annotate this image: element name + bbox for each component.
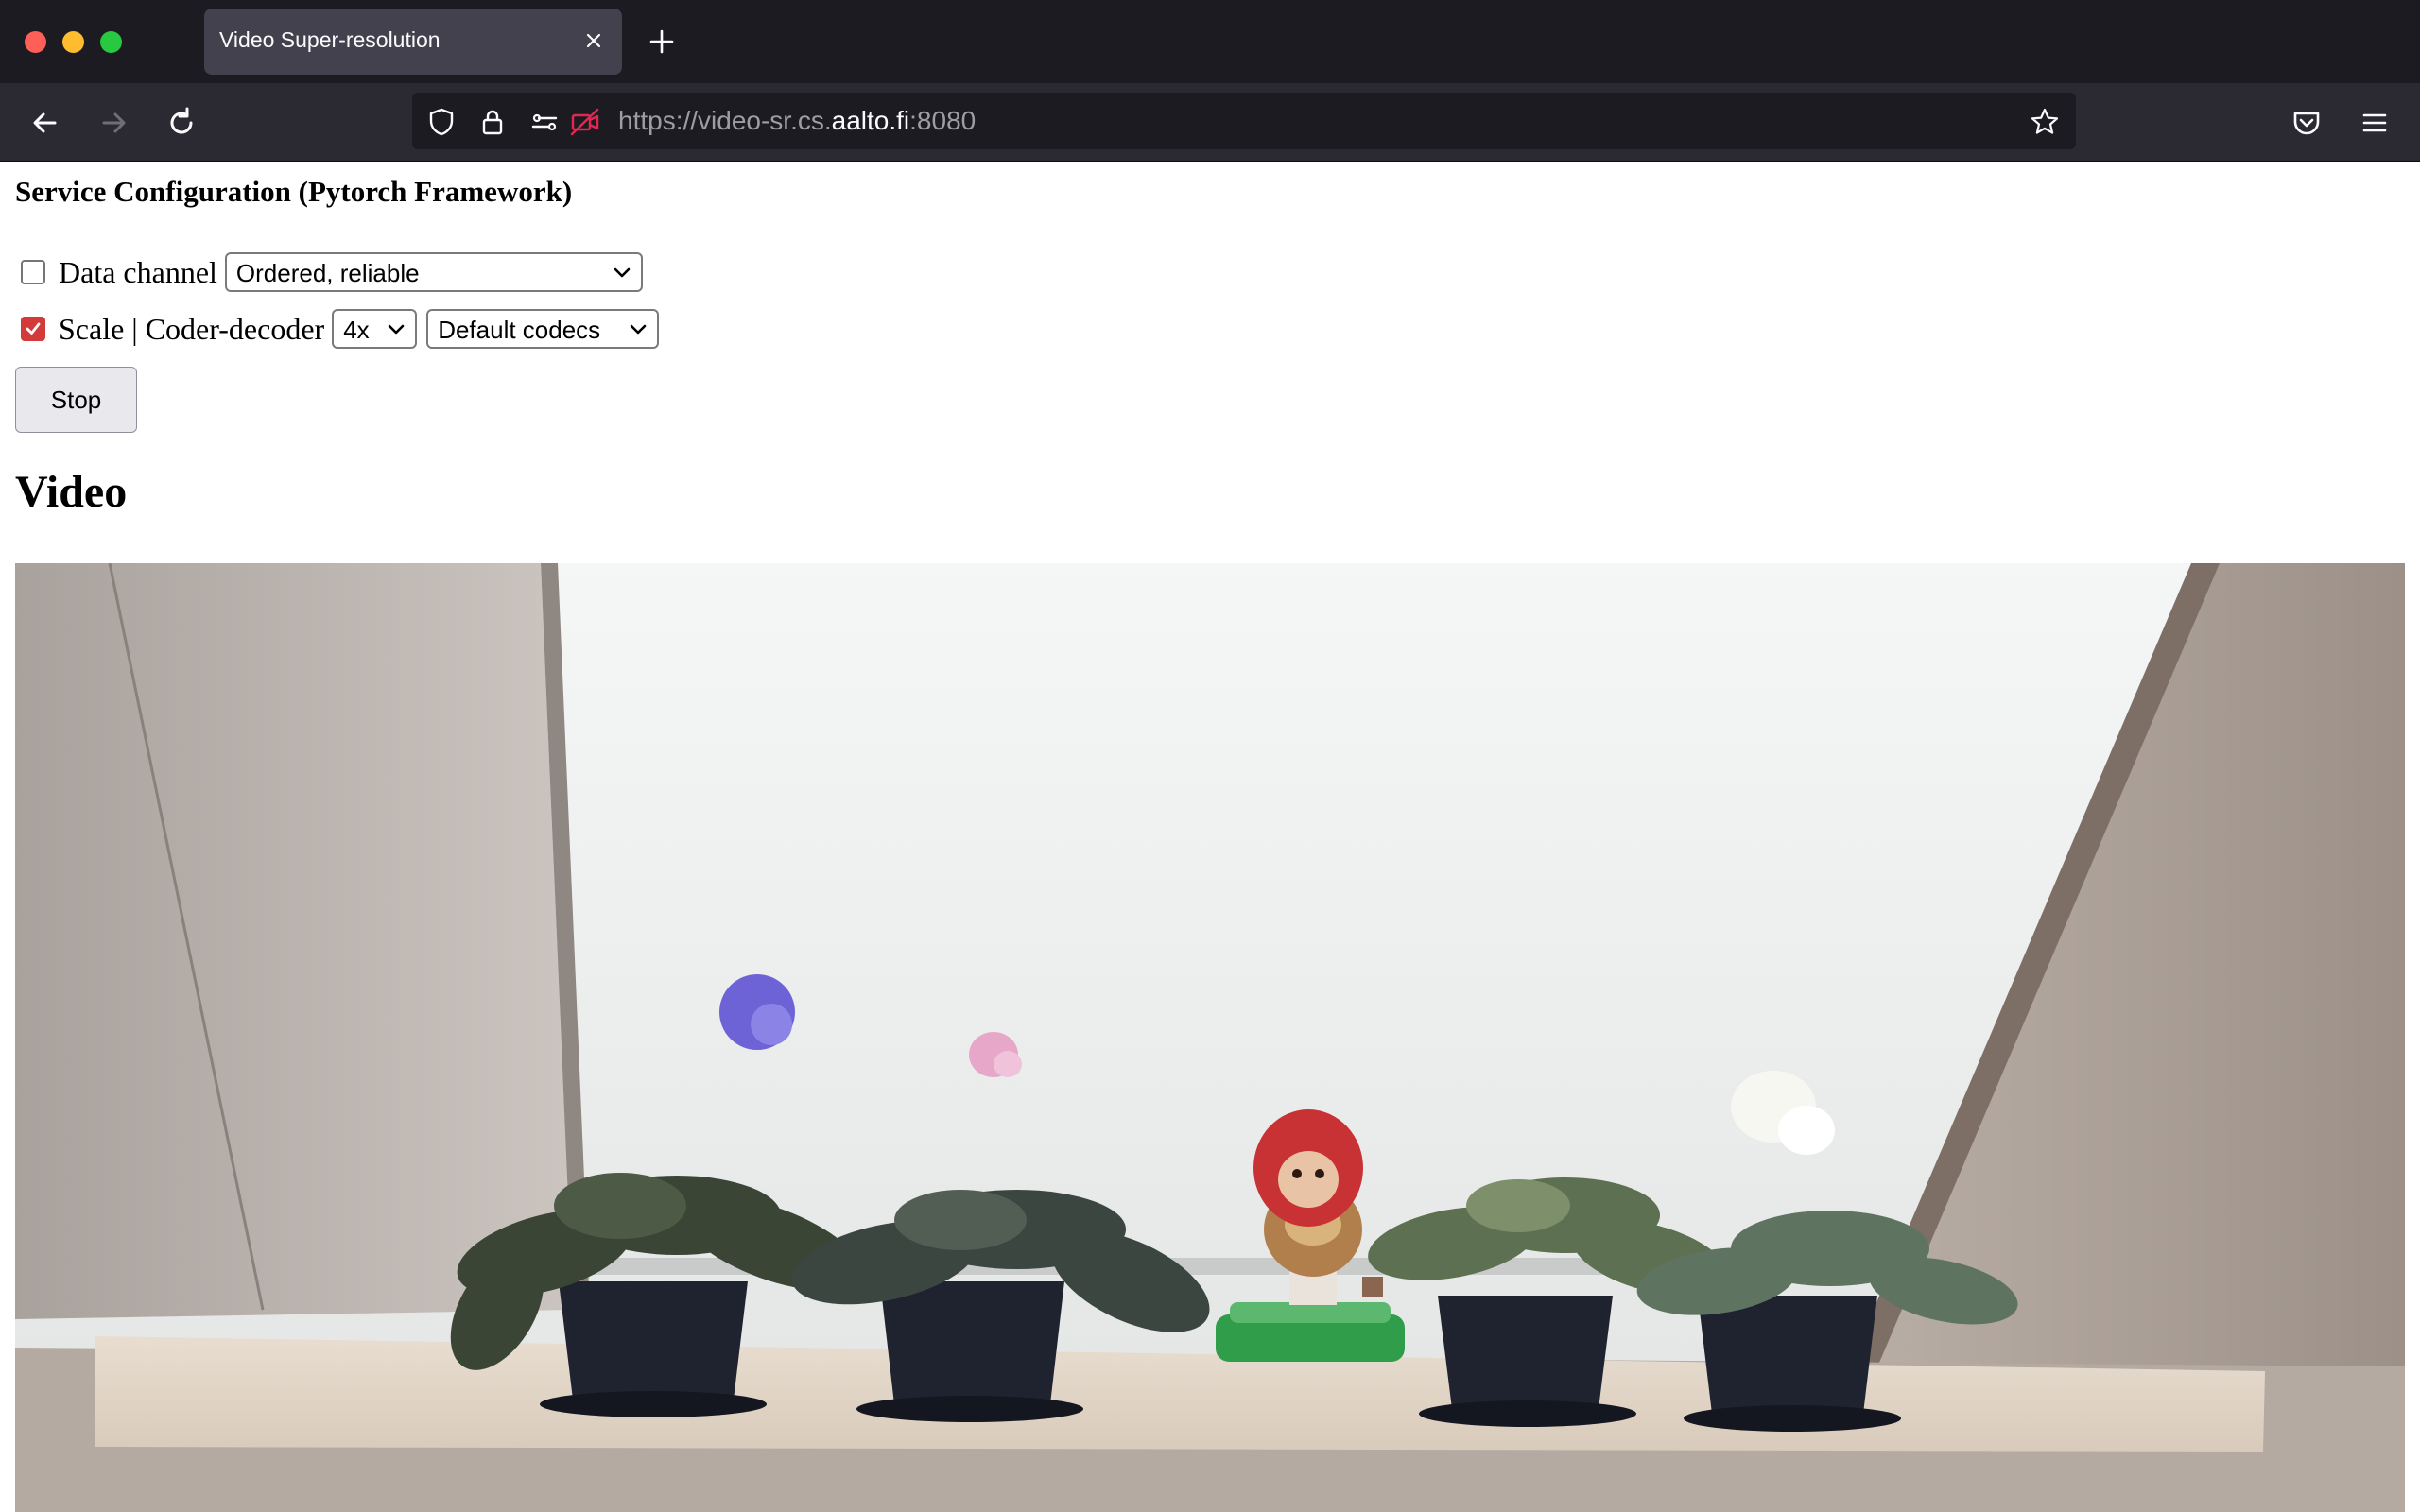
chevron-down-icon [614, 267, 631, 278]
scale-label: Scale | Coder-decoder [59, 311, 325, 346]
scale-selected: 4x [343, 316, 370, 344]
browser-tab[interactable]: Video Super-resolution [204, 9, 622, 75]
chevron-down-icon [388, 324, 405, 335]
menu-icon[interactable] [2356, 104, 2394, 142]
video-player[interactable] [15, 563, 2405, 1512]
address-bar[interactable]: https://video-sr.cs.aalto.fi:8080 [412, 93, 2076, 149]
data-channel-selected: Ordered, reliable [235, 259, 420, 287]
codec-select[interactable]: Default codecs [426, 309, 660, 349]
page-content: Service Configuration (Pytorch Framework… [0, 162, 2420, 1512]
url-host: aalto.fi [831, 106, 910, 135]
url-prefix: https://video-sr.cs. [618, 106, 832, 135]
maximize-window-icon[interactable] [100, 31, 122, 53]
data-channel-row: Data channel Ordered, reliable [21, 251, 652, 293]
chevron-down-icon [630, 324, 647, 335]
bookmark-star-icon[interactable] [2029, 106, 2061, 138]
config-title: Service Configuration (Pytorch Framework… [15, 175, 573, 208]
stop-button[interactable]: Stop [15, 367, 137, 433]
video-frame [15, 563, 2405, 1512]
lock-icon[interactable] [476, 106, 509, 138]
url-port: :8080 [909, 106, 977, 135]
reload-icon[interactable] [163, 104, 200, 142]
minimize-window-icon[interactable] [62, 31, 84, 53]
data-channel-checkbox[interactable] [21, 260, 45, 284]
tab-title: Video Super-resolution [219, 27, 441, 52]
forward-icon[interactable] [95, 104, 132, 142]
data-channel-select[interactable]: Ordered, reliable [224, 252, 643, 292]
permissions-icon[interactable] [529, 106, 562, 138]
url-text[interactable]: https://video-sr.cs.aalto.fi:8080 [618, 106, 976, 136]
new-tab-icon[interactable] [647, 26, 677, 57]
codec-selected: Default codecs [438, 316, 601, 344]
browser-tab-bar: Video Super-resolution [0, 0, 2420, 83]
browser-toolbar: https://video-sr.cs.aalto.fi:8080 [0, 83, 2420, 162]
video-heading: Video [15, 467, 128, 517]
scale-checkbox[interactable] [21, 317, 45, 341]
scale-row: Scale | Coder-decoder 4x Default codecs [21, 308, 668, 350]
back-icon[interactable] [26, 104, 64, 142]
close-window-icon[interactable] [25, 31, 46, 53]
checkmark-icon [26, 322, 41, 335]
tracking-shield-icon[interactable] [425, 106, 458, 138]
pocket-icon[interactable] [2288, 104, 2325, 142]
scale-select[interactable]: 4x [332, 309, 418, 349]
camera-blocked-icon[interactable] [569, 106, 601, 138]
data-channel-label: Data channel [59, 254, 217, 289]
tab-close-icon[interactable] [580, 27, 607, 54]
